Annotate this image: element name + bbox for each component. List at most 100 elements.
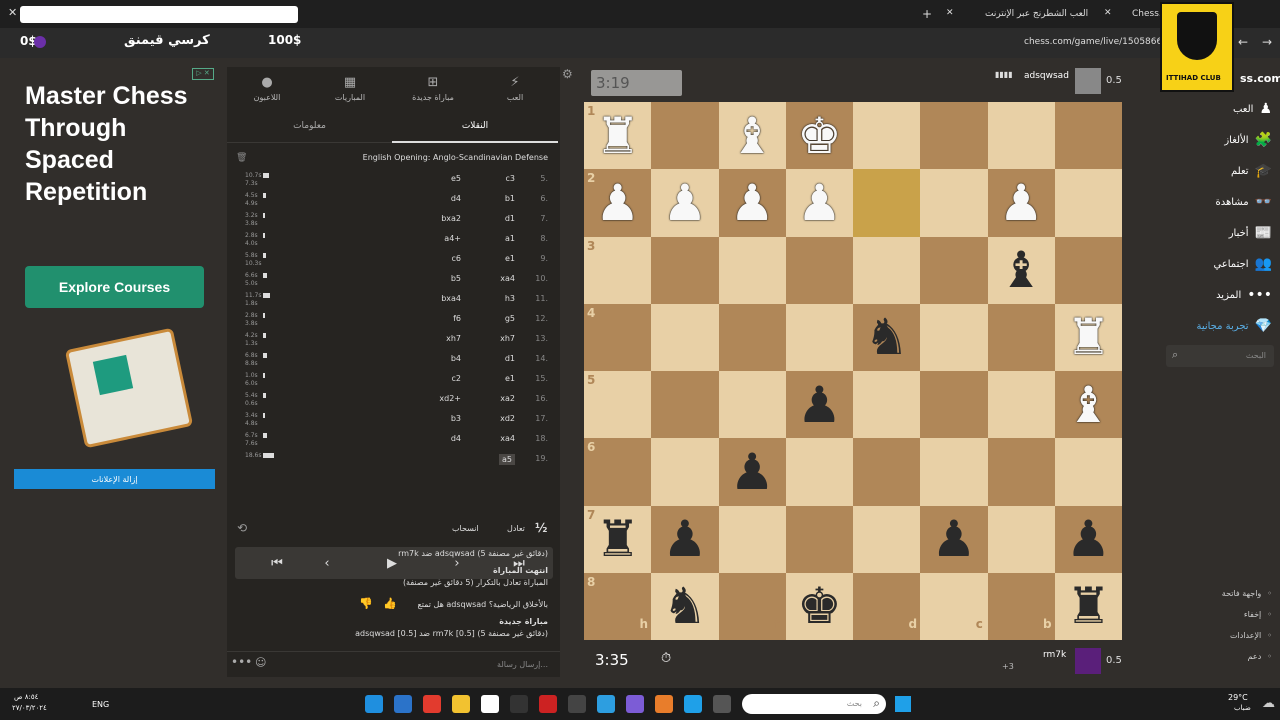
board-square[interactable] xyxy=(718,303,786,371)
move-b[interactable]: e5 xyxy=(451,174,461,183)
black-knight-icon[interactable]: ♞ xyxy=(853,304,920,371)
resign-button[interactable]: انسحاب xyxy=(452,524,479,533)
sidebar-bottom-item[interactable]: دعم ◦ xyxy=(1248,652,1272,661)
tab-info[interactable]: معلومات xyxy=(227,111,392,143)
taskbar-app-icon[interactable] xyxy=(684,695,702,713)
move-w[interactable]: b1 xyxy=(505,194,515,203)
board-square[interactable] xyxy=(853,169,921,237)
sidebar-bottom-item[interactable]: الإعدادات ◦ xyxy=(1230,631,1272,640)
taskbar-app-icon[interactable] xyxy=(568,695,586,713)
tab-active-title[interactable]: العب الشطرنج عبر الإنترنت xyxy=(985,9,1088,19)
taskbar-app-icon[interactable] xyxy=(510,695,528,713)
taskbar-app-icon[interactable] xyxy=(452,695,470,713)
taskbar-app-icon[interactable] xyxy=(626,695,644,713)
move-b[interactable]: c2 xyxy=(452,374,462,383)
taskbar-app-icon[interactable] xyxy=(365,695,383,713)
move-w[interactable]: a5 xyxy=(499,454,515,465)
board-square[interactable] xyxy=(920,102,988,170)
sidebar-item[interactable]: الألغاز 🧩 xyxy=(1224,132,1272,148)
trash-icon[interactable]: 🗑 xyxy=(236,153,247,163)
board-square[interactable] xyxy=(1054,236,1122,304)
move-w[interactable]: xh7 xyxy=(500,334,515,343)
windows-start-icon[interactable] xyxy=(895,696,911,712)
board-square[interactable] xyxy=(785,438,853,506)
taskbar-app-icon[interactable] xyxy=(539,695,557,713)
board-square[interactable] xyxy=(1054,102,1122,170)
nav-new-game[interactable]: ⊞ مباراة جديدة xyxy=(403,75,463,102)
board-square[interactable] xyxy=(853,438,921,506)
board-square[interactable] xyxy=(920,169,988,237)
flip-icon[interactable]: ⟲ xyxy=(237,521,247,535)
sidebar-item[interactable]: المزيد ••• xyxy=(1216,287,1272,303)
board-square[interactable] xyxy=(853,371,921,439)
board-square[interactable] xyxy=(651,102,719,170)
extension-icon[interactable] xyxy=(34,36,46,48)
board-square[interactable] xyxy=(718,505,786,573)
nav-games[interactable]: ▦ المباريات xyxy=(320,75,380,102)
sidebar-item[interactable]: العب ♟ xyxy=(1233,101,1272,117)
white-pawn-icon[interactable]: ♟ xyxy=(651,169,718,236)
emoji-icon[interactable]: ☺ xyxy=(255,656,266,669)
board-square[interactable] xyxy=(987,303,1055,371)
thumbs-down-icon[interactable]: 👎 xyxy=(359,597,373,610)
sidebar-item[interactable]: أخبار 📰 xyxy=(1229,225,1272,241)
move-b[interactable]: b4 xyxy=(451,354,461,363)
sidebar-logo[interactable]: ss.com xyxy=(1240,72,1280,85)
move-w[interactable]: d1 xyxy=(505,354,515,363)
taskbar-app-icon[interactable] xyxy=(713,695,731,713)
move-w[interactable]: xd2 xyxy=(500,414,515,423)
move-b[interactable]: a4+ xyxy=(444,234,461,243)
move-b[interactable]: d4 xyxy=(451,434,461,443)
more-icon[interactable]: ••• xyxy=(231,655,252,669)
tab-close-icon[interactable]: ✕ xyxy=(1104,8,1112,18)
taskbar-app-icon[interactable] xyxy=(597,695,615,713)
board-square[interactable] xyxy=(920,438,988,506)
board-square[interactable] xyxy=(1054,438,1122,506)
settings-gear-icon[interactable]: ⚙ xyxy=(562,67,573,81)
move-w[interactable]: g5 xyxy=(505,314,515,323)
board-square[interactable] xyxy=(987,438,1055,506)
url-text[interactable]: chess.com/game/live/150586694 xyxy=(1024,37,1174,47)
move-b[interactable]: b5 xyxy=(451,274,461,283)
board-square[interactable] xyxy=(987,505,1055,573)
bottom-player-name[interactable]: rm7k xyxy=(1043,650,1066,660)
board-square[interactable] xyxy=(785,303,853,371)
move-w[interactable]: e1 xyxy=(505,374,515,383)
board-square[interactable] xyxy=(651,438,719,506)
move-w[interactable]: xa4 xyxy=(500,434,515,443)
board-square[interactable] xyxy=(853,236,921,304)
taskbar-app-icon[interactable] xyxy=(655,695,673,713)
move-b[interactable]: bxa4 xyxy=(441,294,461,303)
board-square[interactable] xyxy=(1054,169,1122,237)
top-player-name[interactable]: adsqwsad xyxy=(1024,71,1069,81)
board-square[interactable] xyxy=(853,102,921,170)
back-arrow-icon[interactable]: ← xyxy=(1238,35,1248,49)
white-pawn-icon[interactable]: ♟ xyxy=(719,169,786,236)
ad-badge[interactable]: ▷ ✕ xyxy=(192,68,214,80)
move-b[interactable]: bxa2 xyxy=(441,214,461,223)
move-w[interactable]: e1 xyxy=(505,254,515,263)
move-w[interactable]: xa2 xyxy=(500,394,515,403)
move-w[interactable]: d1 xyxy=(505,214,515,223)
taskbar-search[interactable]: بحث ⌕ xyxy=(742,694,886,714)
notification-box[interactable] xyxy=(20,6,298,23)
taskbar-app-icon[interactable] xyxy=(423,695,441,713)
move-w[interactable]: xa4 xyxy=(500,274,515,283)
board-square[interactable] xyxy=(920,236,988,304)
board-square[interactable] xyxy=(651,371,719,439)
board-square[interactable] xyxy=(987,102,1055,170)
black-bishop-icon[interactable]: ♝ xyxy=(988,237,1055,304)
sidebar-bottom-item[interactable]: واجهة فاتحة ◦ xyxy=(1222,589,1272,598)
close-icon[interactable]: ✕ xyxy=(8,6,17,19)
new-tab-icon[interactable]: + xyxy=(922,7,932,21)
nav-play[interactable]: ⚡ العب xyxy=(485,75,545,102)
sidebar-search[interactable]: ⌕ البحث xyxy=(1166,345,1274,367)
sidebar-item[interactable]: تعلم 🎓 xyxy=(1231,163,1272,179)
board-square[interactable] xyxy=(651,303,719,371)
board-square[interactable] xyxy=(718,371,786,439)
black-pawn-icon[interactable]: ♟ xyxy=(651,506,718,573)
board-square[interactable] xyxy=(987,371,1055,439)
white-pawn-icon[interactable]: ♟ xyxy=(786,169,853,236)
avatar[interactable] xyxy=(1075,648,1101,674)
white-king-icon[interactable]: ♚ xyxy=(786,102,853,169)
